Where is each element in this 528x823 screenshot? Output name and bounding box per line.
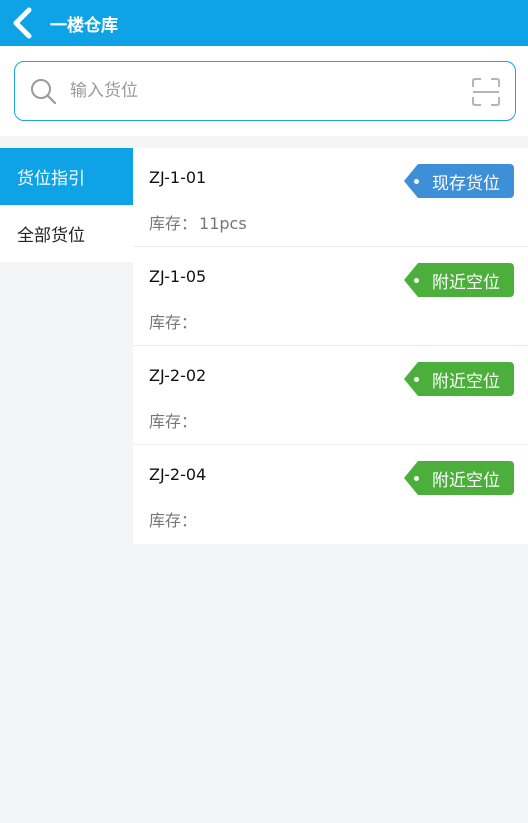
stock-label: 库存：: [149, 511, 198, 530]
sidebar-item-all-locations[interactable]: 全部货位: [0, 205, 133, 262]
tag-dot-icon: [414, 179, 419, 184]
tag-dot-icon: [414, 476, 419, 481]
tag-dot-icon: [414, 377, 419, 382]
list-item[interactable]: ZJ-2-04 库存： 附近空位: [133, 445, 528, 544]
list-item[interactable]: ZJ-2-02 库存： 附近空位: [133, 346, 528, 445]
stock-text: 库存：: [149, 408, 199, 432]
status-tag-label: 附近空位: [432, 272, 500, 293]
scan-icon[interactable]: [471, 77, 501, 107]
stock-label: 库存：: [149, 214, 198, 233]
chevron-left-icon: [13, 7, 32, 39]
search-section: [0, 46, 528, 136]
status-tag[interactable]: 附近空位: [404, 362, 514, 396]
location-code: ZJ-1-05: [149, 267, 207, 286]
status-tag[interactable]: 附近空位: [404, 263, 514, 297]
location-list: ZJ-1-01 库存： 11pcs 现存货位 ZJ-1-05 库存： 附近空位 Z…: [133, 148, 528, 544]
location-code: ZJ-1-01: [149, 168, 207, 187]
location-code: ZJ-2-04: [149, 465, 207, 484]
list-item[interactable]: ZJ-1-01 库存： 11pcs 现存货位: [133, 148, 528, 247]
stock-value: 11pcs: [199, 214, 247, 233]
search-input[interactable]: [70, 76, 450, 106]
status-tag-label: 附近空位: [432, 371, 500, 392]
search-box: [14, 61, 516, 121]
list-item[interactable]: ZJ-1-05 库存： 附近空位: [133, 247, 528, 346]
search-icon: [31, 79, 57, 105]
status-tag[interactable]: 附近空位: [404, 461, 514, 495]
sidebar: 货位指引 全部货位: [0, 148, 133, 262]
location-code: ZJ-2-02: [149, 366, 207, 385]
stock-label: 库存：: [149, 412, 198, 431]
status-tag[interactable]: 现存货位: [404, 164, 514, 198]
status-tag-label: 现存货位: [432, 173, 500, 194]
sidebar-item-label: 全部货位: [17, 226, 85, 246]
stock-text: 库存：: [149, 507, 199, 531]
status-tag-label: 附近空位: [432, 470, 500, 491]
app-header: 一楼仓库: [0, 0, 528, 46]
sidebar-item-label: 货位指引: [17, 169, 85, 189]
page-title: 一楼仓库: [50, 15, 118, 36]
stock-text: 库存：: [149, 309, 199, 333]
stock-label: 库存：: [149, 313, 198, 332]
back-button[interactable]: [0, 0, 44, 46]
sidebar-item-location-guide[interactable]: 货位指引: [0, 148, 133, 205]
tag-dot-icon: [414, 278, 419, 283]
stock-text: 库存： 11pcs: [149, 210, 247, 234]
